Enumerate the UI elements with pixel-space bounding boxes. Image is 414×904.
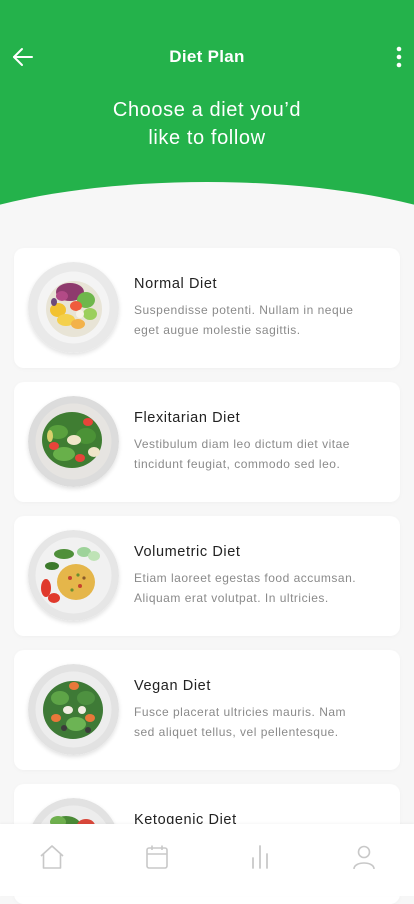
vegan-diet-image: [28, 664, 119, 755]
tab-stats[interactable]: [243, 844, 277, 878]
header: Diet Plan Choose a diet you’d like to fo…: [0, 0, 414, 230]
calendar-icon: [144, 844, 170, 875]
page-title: Diet Plan: [169, 47, 245, 66]
user-icon: [351, 844, 377, 875]
diet-description-line-1: Suspendisse potenti. Nullam in neque: [134, 303, 354, 317]
headline-line-2: like to follow: [148, 127, 266, 149]
diet-card-volumetric[interactable]: Volumetric Diet Etiam laoreet egestas fo…: [14, 516, 400, 636]
diet-description-line-2: tincidunt feugiat, commodo sed leo.: [134, 457, 341, 471]
headline-line-1: Choose a diet you’d: [112, 99, 302, 121]
flexitarian-diet-image: [28, 396, 119, 487]
normal-diet-image: [28, 262, 119, 353]
tab-profile[interactable]: [347, 844, 381, 878]
diet-title: Vegan Diet: [134, 678, 211, 694]
diet-description-line-2: sed aliquet tellus, vel pellentesque.: [134, 725, 339, 739]
diet-description-line-1: Etiam laoreet egestas food accumsan.: [134, 571, 357, 585]
diet-description: Suspendisse potenti. Nullam in neque ege…: [134, 300, 390, 340]
diet-card-vegan[interactable]: Vegan Diet Fusce placerat ultricies maur…: [14, 650, 400, 770]
volumetric-diet-image: [28, 530, 119, 621]
diet-card-flexitarian[interactable]: Flexitarian Diet Vestibulum diam leo dic…: [14, 382, 400, 502]
bar-chart-icon: [247, 844, 273, 875]
diet-description-line-1: Vestibulum diam leo dictum diet vitae: [134, 437, 350, 451]
more-vertical-icon: [396, 46, 402, 73]
diet-description: Etiam laoreet egestas food accumsan. Ali…: [134, 568, 390, 608]
diet-title: Normal Diet: [134, 276, 218, 292]
headline: Choose a diet you’d like to follow: [60, 96, 354, 152]
home-icon: [39, 844, 65, 875]
diet-description-line-2: Aliquam erat volutpat. In ultricies.: [134, 591, 329, 605]
tab-calendar[interactable]: [140, 844, 174, 878]
header-curve: [0, 182, 414, 230]
diet-description-line-1: Fusce placerat ultricies mauris. Nam: [134, 705, 347, 719]
diet-description: Fusce placerat ultricies mauris. Nam sed…: [134, 702, 390, 742]
tab-home[interactable]: [35, 844, 69, 878]
bottom-tab-bar: [0, 824, 414, 896]
diet-title: Flexitarian Diet: [134, 410, 241, 426]
diet-description: Vestibulum diam leo dictum diet vitae ti…: [134, 434, 390, 474]
diet-title: Volumetric Diet: [134, 544, 241, 560]
diet-card-normal[interactable]: Normal Diet Suspendisse potenti. Nullam …: [14, 248, 400, 368]
more-menu-button[interactable]: [388, 44, 410, 74]
diet-description-line-2: eget augue molestie sagittis.: [134, 323, 301, 337]
